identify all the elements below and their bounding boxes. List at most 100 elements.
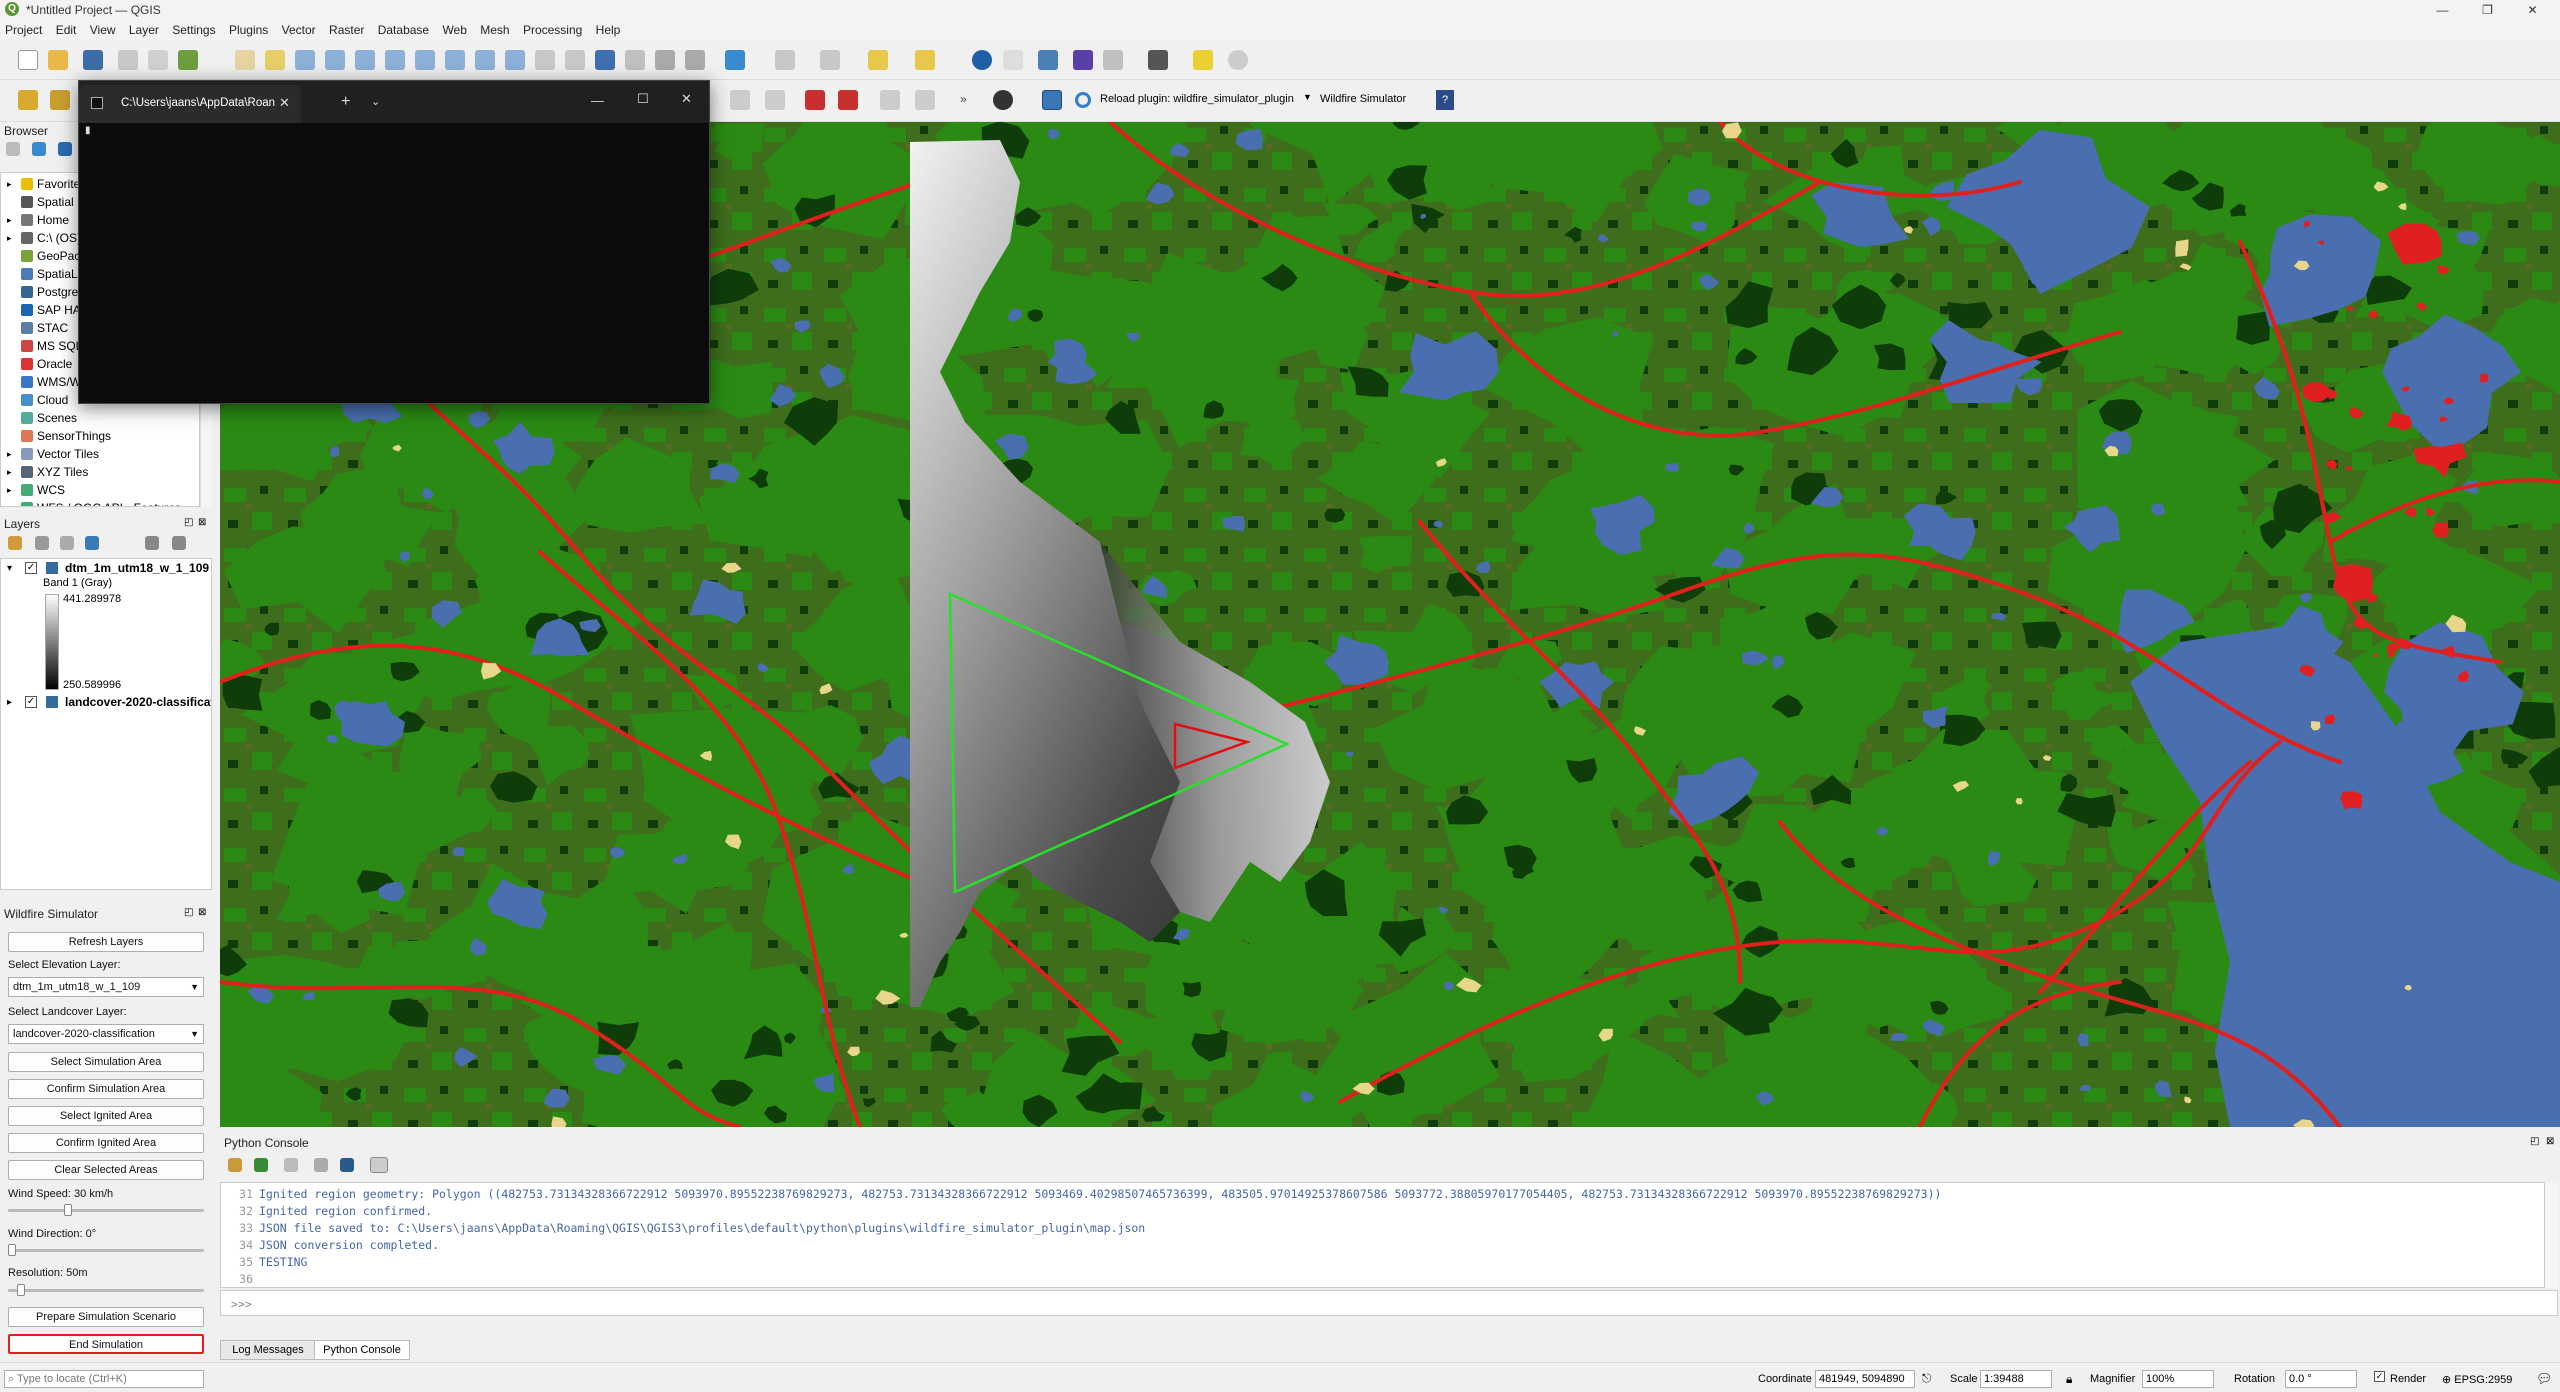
terminal-maximize-icon[interactable]: ☐ [637,91,649,107]
measure-icon[interactable] [1103,50,1123,70]
measure-line-icon[interactable] [1148,50,1168,70]
menu-raster[interactable]: Raster [324,20,369,37]
tab-log-messages[interactable]: Log Messages [220,1340,316,1360]
bookmark-icon[interactable] [595,50,615,70]
terminal-minimize-icon[interactable]: — [591,93,604,108]
elevation-layer-select[interactable]: dtm_1m_utm18_w_1_109 ▼ [8,977,204,997]
rotation-field[interactable]: 0.0 ° [2285,1370,2357,1388]
deselect-icon[interactable] [868,50,888,70]
menu-settings[interactable]: Settings [167,20,220,37]
pan-icon[interactable] [235,50,255,70]
layers-tree[interactable]: ▾ ✓ dtm_1m_utm18_w_1_109 Band 1 (Gray) 4… [0,558,212,890]
zoom-layer-icon[interactable] [415,50,435,70]
extent-toggle-icon[interactable]: ⎋ [1922,1371,1932,1386]
toolbar-overflow-icon[interactable]: » [960,92,967,106]
menu-vector[interactable]: Vector [277,20,321,37]
tile-scale-icon[interactable] [685,50,705,70]
end-simulation-button[interactable]: End Simulation [8,1334,204,1354]
new-tab-icon[interactable]: + [341,93,350,111]
landcover-layer-select[interactable]: landcover-2020-classification ▼ [8,1024,204,1044]
refresh-layers-button[interactable]: Refresh Layers [8,932,204,952]
resolution-slider[interactable] [8,1284,204,1296]
select-simulation-area-button[interactable]: Select Simulation Area [8,1052,204,1072]
clear-selected-areas-button[interactable]: Clear Selected Areas [8,1160,204,1180]
tab-python-console[interactable]: Python Console [314,1340,410,1360]
close-panel-icon[interactable]: ⊠ [2546,1136,2554,1147]
zoom-out-icon[interactable] [325,50,345,70]
browser-item[interactable]: SpatiaLite [1,267,90,285]
menu-processing[interactable]: Processing [518,20,587,37]
python-console-icon[interactable] [1042,90,1062,110]
tab-dropdown-icon[interactable]: ⌄ [371,95,380,108]
temporal-controller-icon[interactable] [655,50,675,70]
menu-project[interactable]: Project [0,20,47,37]
expand-arrow-icon[interactable]: ▸ [7,215,12,226]
landcover-expand-icon[interactable]: ▸ [7,697,12,708]
close-panel-icon[interactable]: ⊠ [198,517,206,528]
menu-help[interactable]: Help [591,20,626,37]
menu-view[interactable]: View [85,20,121,37]
edit-icon[interactable] [765,90,785,110]
close-tab-icon[interactable]: ✕ [279,95,290,111]
browser-refresh-icon[interactable] [32,142,46,156]
maximize-button[interactable]: ❐ [2465,0,2510,20]
browser-item[interactable]: Oracle [1,357,72,375]
clear-console-icon[interactable] [228,1158,242,1172]
browser-item[interactable]: ▸ Vector Tiles [1,447,99,465]
style-manager-icon[interactable] [178,50,198,70]
confirm-simulation-area-button[interactable]: Confirm Simulation Area [8,1079,204,1099]
layout-manager-icon[interactable] [148,50,168,70]
reload-dropdown-icon[interactable]: ▼ [1303,92,1312,102]
expand-all-icon[interactable] [145,536,159,550]
expand-arrow-icon[interactable]: ▸ [7,467,12,478]
select-location-icon[interactable] [915,50,935,70]
options-icon[interactable] [314,1158,328,1172]
new-project-icon[interactable] [18,50,38,70]
print-layout-icon[interactable] [118,50,138,70]
browser-item[interactable]: Cloud [1,393,68,411]
zoom-next-icon[interactable] [505,50,525,70]
run-icon[interactable] [254,1158,268,1172]
close-button[interactable]: ✕ [2510,0,2555,20]
terminal-tab[interactable]: C:\Users\jaans\AppData\Roan ✕ [79,85,301,123]
expand-arrow-icon[interactable]: ▸ [7,503,12,506]
lock-scale-icon[interactable]: 🔒︎ [2066,1372,2072,1387]
console-scrollbar[interactable] [2546,1182,2558,1288]
add-group-icon[interactable] [35,536,49,550]
select-features-icon[interactable] [775,50,795,70]
landcover-visibility-checkbox[interactable]: ✓ [25,696,37,708]
visibility-icon[interactable] [60,536,74,550]
dock-icon[interactable] [370,1157,388,1173]
label-move-icon[interactable] [880,90,900,110]
plugin-python-icon[interactable] [993,90,1013,110]
label-pin-icon[interactable] [838,90,858,110]
terminal-window[interactable]: C:\Users\jaans\AppData\Roan ✕ + ⌄ — ☐ ✕ … [78,80,710,404]
zoom-native-icon[interactable] [445,50,465,70]
dtm-layer-name[interactable]: dtm_1m_utm18_w_1_109 [65,561,209,575]
select-by-value-icon[interactable] [820,50,840,70]
wind-speed-handle[interactable] [64,1204,73,1216]
expand-arrow-icon[interactable]: ▸ [7,233,12,244]
refresh-icon[interactable] [725,50,745,70]
new-3d-view-icon[interactable] [565,50,585,70]
dtm-expand-icon[interactable]: ▾ [7,563,12,574]
help-icon[interactable]: ? [1436,90,1454,110]
add-layer-icon[interactable] [50,90,70,110]
browser-item[interactable]: STAC [1,321,68,339]
float-panel-icon[interactable]: ◰ [184,907,193,918]
settings-gear-icon[interactable] [1228,50,1248,70]
pan-to-selection-icon[interactable] [265,50,285,70]
resolution-handle[interactable] [17,1284,26,1296]
map-tips-icon[interactable] [1193,50,1213,70]
scale-field[interactable]: 1:39488 [1980,1370,2052,1388]
render-checkbox[interactable]: ✓ [2374,1371,2385,1382]
expand-arrow-icon[interactable]: ▸ [7,449,12,460]
reload-plugin-button[interactable]: Reload plugin: wildfire_simulator_plugin [1100,93,1294,105]
console-output[interactable]: 31 Ignited region geometry: Polygon ((482… [220,1182,2545,1288]
browser-item[interactable]: ▸ Favorites [1,177,86,195]
browser-item[interactable]: ▸ WFS / OGC API - Features [1,501,181,506]
show-bookmarks-icon[interactable] [625,50,645,70]
wind-direction-slider[interactable] [8,1244,204,1256]
locate-search-input[interactable]: ⌕ Type to locate (Ctrl+K) [4,1370,204,1388]
prepare-simulation-button[interactable]: Prepare Simulation Scenario [8,1307,204,1327]
